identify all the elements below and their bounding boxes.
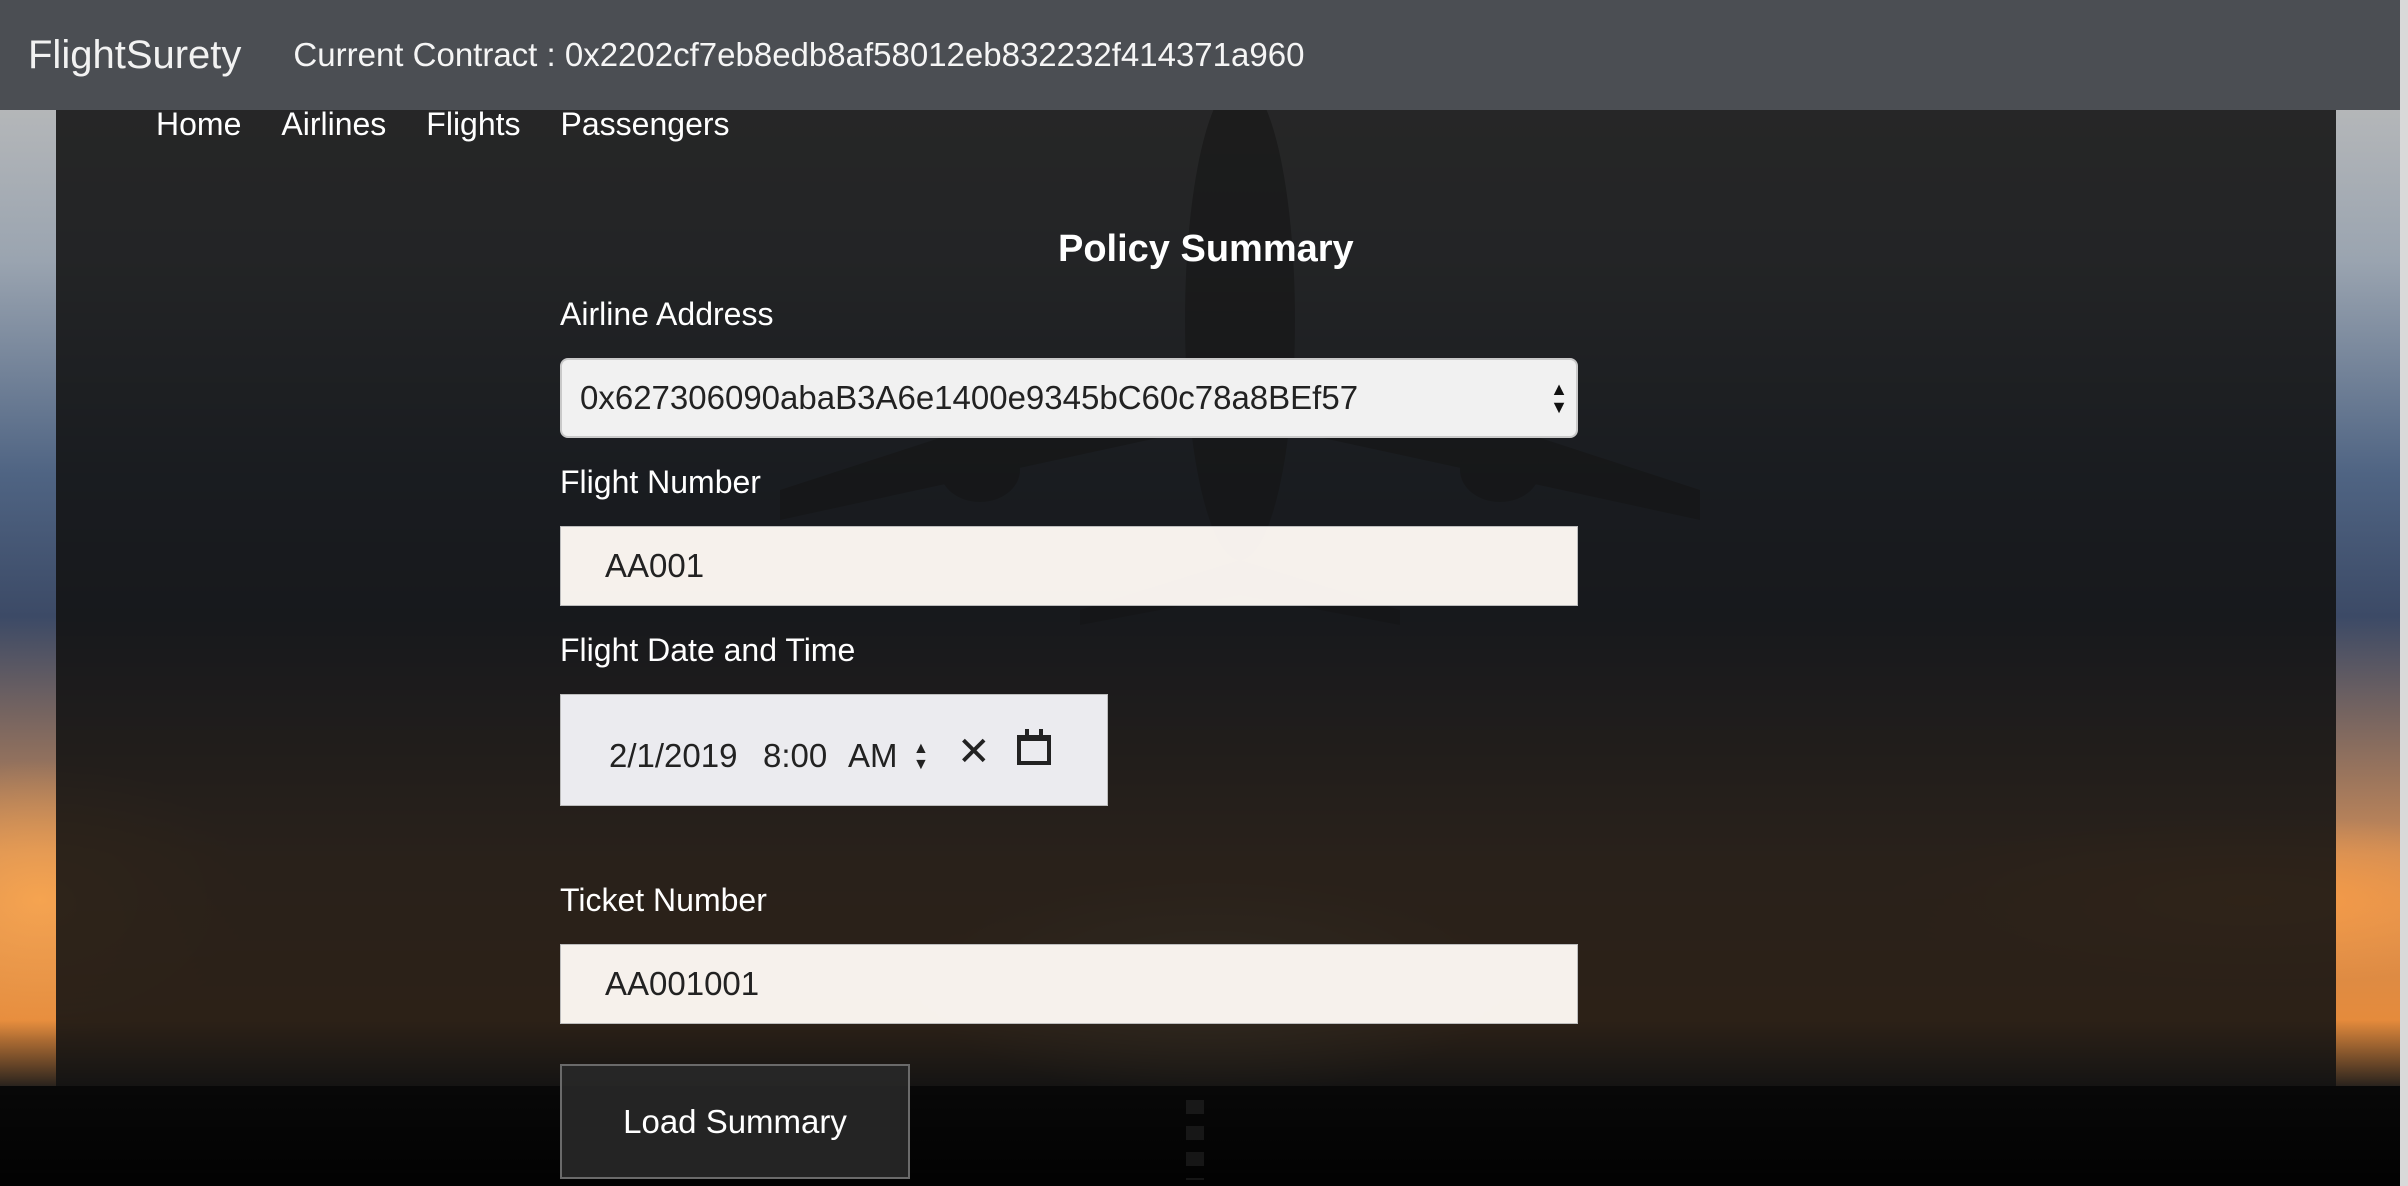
flight-time-value[interactable]: 8:00 — [763, 737, 827, 775]
flight-datetime-input[interactable]: 2/1/2019 8:00 AM ▲ ▼ ✕ — [560, 694, 1108, 806]
stepper-icon[interactable]: ▲ ▼ — [913, 741, 929, 773]
airline-address-select[interactable]: 0x627306090abaB3A6e1400e9345bC60c78a8BEf… — [560, 358, 1578, 438]
page-title: Policy Summary — [1058, 228, 1354, 270]
footer-shade — [0, 1086, 2408, 1186]
load-summary-button[interactable]: Load Summary — [560, 1064, 910, 1179]
nav-flights[interactable]: Flights — [426, 106, 520, 143]
current-contract-text: Current Contract : 0x2202cf7eb8edb8af580… — [293, 36, 1305, 73]
scrollbar[interactable] — [2400, 0, 2408, 1186]
airline-address-label: Airline Address — [560, 296, 774, 332]
airline-address-value: 0x627306090abaB3A6e1400e9345bC60c78a8BEf… — [580, 379, 1359, 416]
ticket-number-value: AA001001 — [605, 965, 760, 1002]
flight-date-value[interactable]: 2/1/2019 — [609, 737, 737, 775]
flight-number-value: AA001 — [605, 547, 705, 584]
flight-number-label: Flight Number — [560, 464, 761, 500]
select-arrows-icon: ▲ ▼ — [1550, 379, 1568, 417]
nav-home[interactable]: Home — [156, 106, 241, 143]
nav-passengers[interactable]: Passengers — [561, 106, 730, 143]
calendar-icon[interactable] — [1017, 729, 1051, 765]
brand-logo[interactable]: FlightSurety — [28, 33, 241, 78]
clear-icon[interactable]: ✕ — [957, 729, 991, 775]
flight-number-input[interactable]: AA001 — [560, 526, 1578, 606]
flight-datetime-label: Flight Date and Time — [560, 632, 856, 668]
top-navbar: FlightSurety Current Contract : 0x2202cf… — [0, 0, 2400, 110]
nav-airlines[interactable]: Airlines — [281, 106, 386, 143]
ticket-number-input[interactable]: AA001001 — [560, 944, 1578, 1024]
sub-navigation: Home Airlines Flights Passengers — [156, 106, 730, 143]
flight-ampm-value[interactable]: AM — [848, 737, 898, 775]
ticket-number-label: Ticket Number — [560, 882, 767, 918]
